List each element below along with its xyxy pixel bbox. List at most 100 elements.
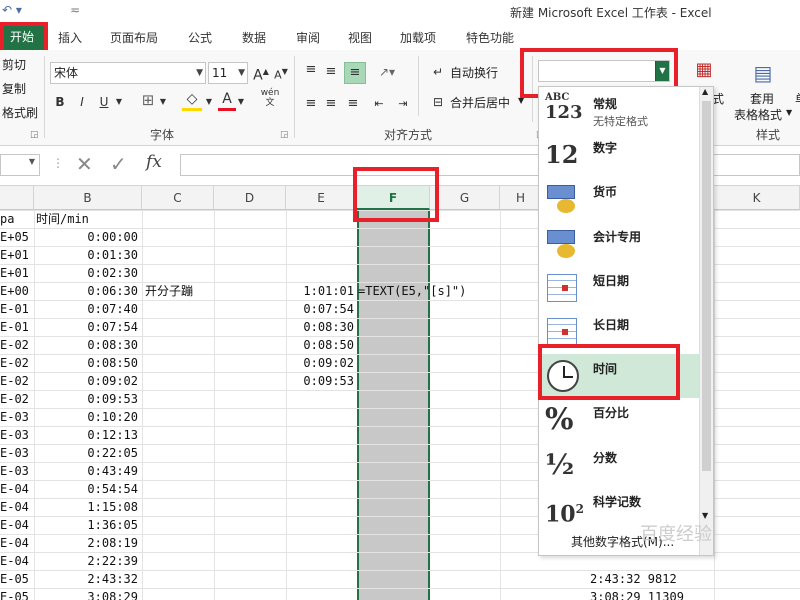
- cell-c[interactable]: 开分子蹦: [145, 282, 215, 300]
- cell-b[interactable]: 2:08:19: [34, 534, 138, 552]
- cell-a[interactable]: E-04: [0, 480, 34, 498]
- cell-f[interactable]: =TEXT(E5,"[s]"): [358, 282, 518, 300]
- align-right-icon[interactable]: ≡: [344, 94, 362, 114]
- column-header-a[interactable]: [0, 186, 34, 210]
- name-box[interactable]: ▼: [0, 154, 40, 176]
- align-top-icon[interactable]: ≡: [302, 60, 320, 80]
- tab-data[interactable]: 数据: [242, 29, 266, 46]
- underline-button[interactable]: U: [96, 92, 112, 112]
- cell-a[interactable]: E-04: [0, 552, 34, 570]
- cell-b[interactable]: 0:07:54: [34, 318, 138, 336]
- format-option-0[interactable]: ABC 123 常规 无特定格式: [539, 89, 699, 133]
- format-as-table-line2[interactable]: 表格格式: [734, 106, 782, 123]
- grow-font-icon[interactable]: A▲: [252, 62, 270, 86]
- orientation-icon[interactable]: ↗▾: [374, 62, 400, 82]
- cell-b[interactable]: 1:36:05: [34, 516, 138, 534]
- increase-indent-icon[interactable]: ⇥: [394, 94, 412, 114]
- tab-addins[interactable]: 加载项: [400, 29, 436, 46]
- cell-e[interactable]: 0:09:53: [286, 372, 354, 390]
- align-middle-icon[interactable]: ≡: [322, 62, 340, 82]
- dropdown-scrollbar[interactable]: ▲ ▼: [699, 87, 713, 555]
- cell-a[interactable]: E-02: [0, 336, 34, 354]
- cell-e[interactable]: 1:01:01: [286, 282, 354, 300]
- customize-quick-access-icon[interactable]: ≂: [70, 3, 80, 17]
- align-bottom-icon[interactable]: ≡: [344, 62, 366, 84]
- column-header-g[interactable]: G: [430, 186, 500, 210]
- merge-center-button[interactable]: 合并后居中: [450, 94, 510, 111]
- cell-a[interactable]: E-02: [0, 372, 34, 390]
- cell-e[interactable]: 0:08:30: [286, 318, 354, 336]
- cell-a[interactable]: E-04: [0, 498, 34, 516]
- cell-b[interactable]: 1:15:08: [34, 498, 138, 516]
- cell-a[interactable]: E-03: [0, 462, 34, 480]
- column-header-h[interactable]: H: [500, 186, 542, 210]
- column-header-e[interactable]: E: [286, 186, 357, 210]
- cell-a[interactable]: E-03: [0, 408, 34, 426]
- format-painter-button[interactable]: 格式刷: [2, 104, 38, 121]
- conditional-formatting-icon[interactable]: ▦: [690, 56, 718, 84]
- cell-h[interactable]: 2:43:32 9812: [590, 570, 700, 588]
- tab-view[interactable]: 视图: [348, 29, 372, 46]
- cell-a[interactable]: E-05: [0, 570, 34, 588]
- tab-page-layout[interactable]: 页面布局: [110, 29, 158, 46]
- chevron-down-icon[interactable]: ▼: [158, 92, 168, 112]
- cell-b[interactable]: 3:08:29: [34, 588, 138, 600]
- cell-a[interactable]: E-04: [0, 516, 34, 534]
- cell-b[interactable]: 0:22:05: [34, 444, 138, 462]
- font-color-icon[interactable]: A: [218, 90, 236, 111]
- cancel-icon[interactable]: ✕: [76, 152, 93, 176]
- cell-a-header[interactable]: pa: [0, 210, 34, 228]
- format-option-2[interactable]: 货币: [539, 177, 699, 221]
- italic-button[interactable]: I: [74, 92, 90, 112]
- cell-a[interactable]: E-04: [0, 534, 34, 552]
- cell-b[interactable]: 0:02:30: [34, 264, 138, 282]
- phonetic-guide-icon[interactable]: wén 文: [258, 88, 282, 108]
- font-name-combo[interactable]: 宋体 ▼: [50, 62, 206, 84]
- cell-b[interactable]: 0:43:49: [34, 462, 138, 480]
- align-left-icon[interactable]: ≡: [302, 94, 320, 114]
- tab-insert[interactable]: 插入: [58, 29, 82, 46]
- cell-b[interactable]: 0:01:30: [34, 246, 138, 264]
- clipboard-launcher-icon[interactable]: ◲: [30, 130, 39, 140]
- column-header-k[interactable]: K: [714, 186, 800, 210]
- column-header-b[interactable]: B: [34, 186, 142, 210]
- scroll-up-icon[interactable]: ▲: [702, 87, 708, 96]
- cell-b[interactable]: 0:00:00: [34, 228, 138, 246]
- shrink-font-icon[interactable]: A▼: [272, 62, 290, 86]
- tab-review[interactable]: 审阅: [296, 29, 320, 46]
- cell-a[interactable]: E-02: [0, 354, 34, 372]
- cell-e[interactable]: 0:09:02: [286, 354, 354, 372]
- cut-button[interactable]: 剪切: [2, 56, 26, 73]
- cell-a[interactable]: E-02: [0, 390, 34, 408]
- cell-a[interactable]: E+01: [0, 246, 34, 264]
- number-format-dropdown[interactable]: ABC 123 常规 无特定格式 12 数字 货币 会计专用 短日期 长日期 时间% 百分比 ½ 分数 10…: [538, 86, 714, 556]
- column-header-c[interactable]: C: [142, 186, 214, 210]
- chevron-down-icon[interactable]: ▼: [786, 108, 792, 117]
- cell-a[interactable]: E+01: [0, 264, 34, 282]
- scroll-down-icon[interactable]: ▼: [702, 511, 708, 520]
- font-size-combo[interactable]: 11 ▼: [208, 62, 248, 84]
- cell-a[interactable]: E-05: [0, 588, 34, 600]
- cell-b-header[interactable]: 时间/min: [36, 210, 142, 228]
- chevron-down-icon[interactable]: ▼: [29, 157, 35, 166]
- cell-b[interactable]: 2:43:32: [34, 570, 138, 588]
- undo-icon[interactable]: ↶ ▾: [2, 3, 22, 17]
- insert-function-icon[interactable]: fx: [146, 152, 162, 172]
- tab-formulas[interactable]: 公式: [188, 29, 212, 46]
- format-option-1[interactable]: 12 数字: [539, 133, 699, 177]
- enter-icon[interactable]: ✓: [110, 152, 127, 176]
- align-center-icon[interactable]: ≡: [322, 94, 340, 114]
- format-option-4[interactable]: 短日期: [539, 266, 699, 310]
- decrease-indent-icon[interactable]: ⇤: [370, 94, 388, 114]
- cell-a[interactable]: E+00: [0, 282, 34, 300]
- format-as-table-icon[interactable]: ▤: [748, 58, 778, 88]
- scrollbar-thumb[interactable]: [702, 101, 711, 471]
- cell-b[interactable]: 0:54:54: [34, 480, 138, 498]
- format-option-3[interactable]: 会计专用: [539, 222, 699, 266]
- cell-b[interactable]: 0:12:13: [34, 426, 138, 444]
- cell-styles-label-edge[interactable]: 单: [795, 90, 800, 107]
- cell-e[interactable]: 0:07:54: [286, 300, 354, 318]
- column-header-d[interactable]: D: [214, 186, 286, 210]
- cell-b[interactable]: 0:07:40: [34, 300, 138, 318]
- cell-e[interactable]: 0:08:50: [286, 336, 354, 354]
